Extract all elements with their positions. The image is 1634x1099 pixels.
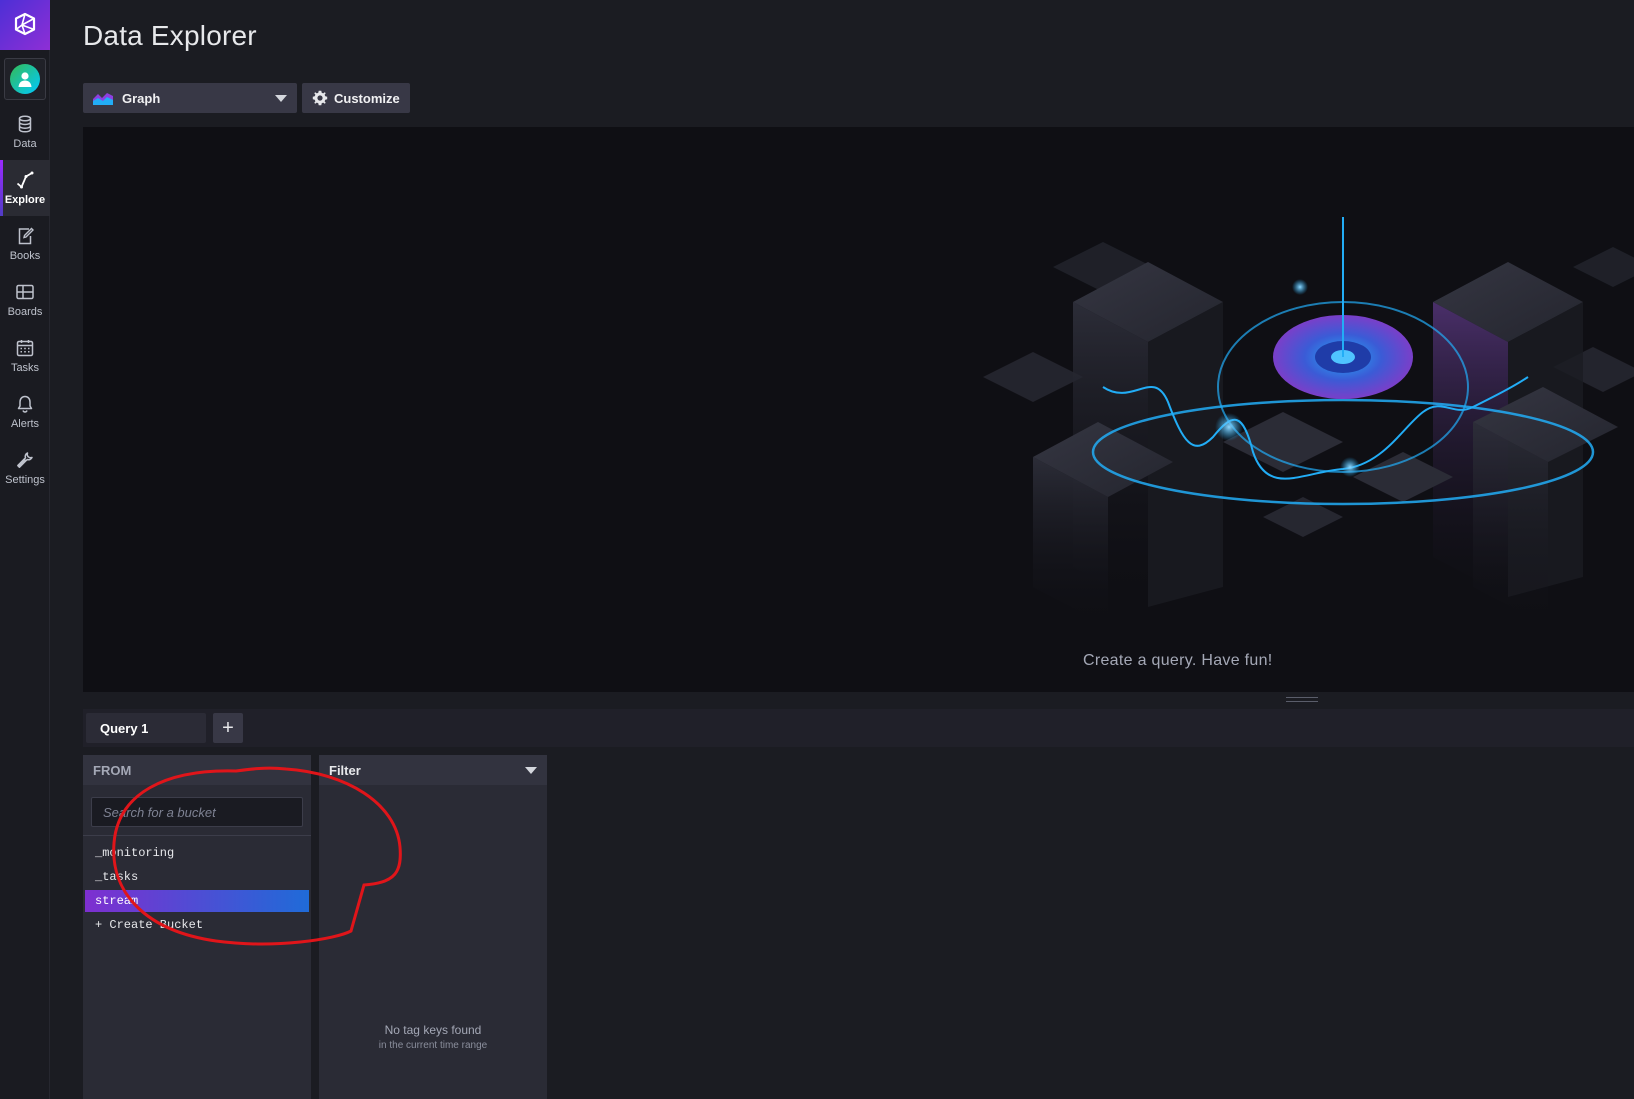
influxdb-logo[interactable] — [0, 0, 50, 50]
toolbar: Graph Customize — [83, 83, 410, 113]
sidebar-item-data[interactable]: Data — [0, 104, 50, 160]
cube-logo-icon — [14, 12, 36, 36]
filter-label: Filter — [329, 762, 361, 778]
filter-card: Filter No tag keys found in the current … — [319, 755, 547, 1099]
graph-type-icon — [93, 93, 113, 105]
query-tabs-bar: Query 1 + — [83, 709, 1634, 747]
wrench-icon — [17, 452, 33, 468]
sidebar-item-books[interactable]: Books — [0, 216, 50, 272]
empty-tag-keys: No tag keys found in the current time ra… — [319, 1023, 547, 1051]
bucket-item[interactable]: _tasks — [85, 866, 309, 888]
sidebar-item-label: Books — [9, 250, 41, 262]
empty-tag-keys-subtitle: in the current time range — [378, 1040, 488, 1051]
empty-tag-keys-title: No tag keys found — [384, 1023, 482, 1037]
notebook-icon — [18, 227, 34, 245]
view-type-label: Graph — [122, 90, 161, 106]
bucket-search-input[interactable] — [91, 797, 303, 827]
sidebar-item-boards[interactable]: Boards — [0, 272, 50, 328]
sidebar-item-tasks[interactable]: Tasks — [0, 328, 50, 384]
chevron-down-icon — [525, 766, 537, 774]
tab-query-1[interactable]: Query 1 — [86, 713, 206, 743]
dashboard-grid-icon — [16, 284, 34, 300]
user-icon — [10, 64, 40, 94]
sidebar-item-label: Data — [13, 138, 37, 150]
sidebar-item-explore[interactable]: Explore — [0, 160, 50, 216]
sidebar-item-label: Tasks — [10, 362, 40, 374]
from-card: FROM _monitoring _tasks stream + Create … — [83, 755, 311, 1099]
view-type-dropdown[interactable]: Graph — [83, 83, 297, 113]
empty-graph-message: Create a query. Have fun! — [1083, 652, 1273, 669]
resize-handle[interactable] — [1286, 697, 1318, 703]
empty-state-illustration — [983, 217, 1634, 627]
divider — [83, 835, 311, 836]
query-builder: FROM _monitoring _tasks stream + Create … — [83, 747, 1634, 1099]
sidebar: Data Explore Books Boards Tasks Alerts S… — [0, 0, 50, 1099]
main-content: Data Explorer Graph Customize Create a q… — [50, 0, 1634, 1099]
database-icon — [18, 115, 32, 133]
filter-dropdown[interactable]: Filter — [319, 755, 547, 785]
from-header: FROM — [83, 755, 311, 785]
customize-label: Customize — [334, 90, 400, 106]
explore-graph-icon — [16, 171, 34, 189]
sidebar-item-label: Boards — [7, 306, 43, 318]
calendar-icon — [16, 340, 34, 357]
chevron-down-icon — [275, 94, 287, 102]
sidebar-item-label: Alerts — [10, 418, 40, 430]
customize-button[interactable]: Customize — [302, 83, 410, 113]
graph-panel: Create a query. Have fun! — [83, 127, 1634, 692]
page-title: Data Explorer — [83, 20, 257, 51]
bucket-item[interactable]: _monitoring — [85, 842, 309, 864]
user-avatar[interactable] — [4, 58, 46, 100]
sidebar-item-settings[interactable]: Settings — [0, 440, 50, 496]
gear-icon — [312, 90, 328, 106]
sidebar-item-label: Explore — [4, 194, 46, 206]
sidebar-item-alerts[interactable]: Alerts — [0, 384, 50, 440]
sidebar-item-label: Settings — [5, 474, 45, 486]
bucket-item-selected[interactable]: stream — [85, 890, 309, 912]
add-query-button[interactable]: + — [213, 713, 243, 743]
bell-icon — [17, 395, 33, 413]
create-bucket-button[interactable]: + Create Bucket — [85, 914, 309, 936]
